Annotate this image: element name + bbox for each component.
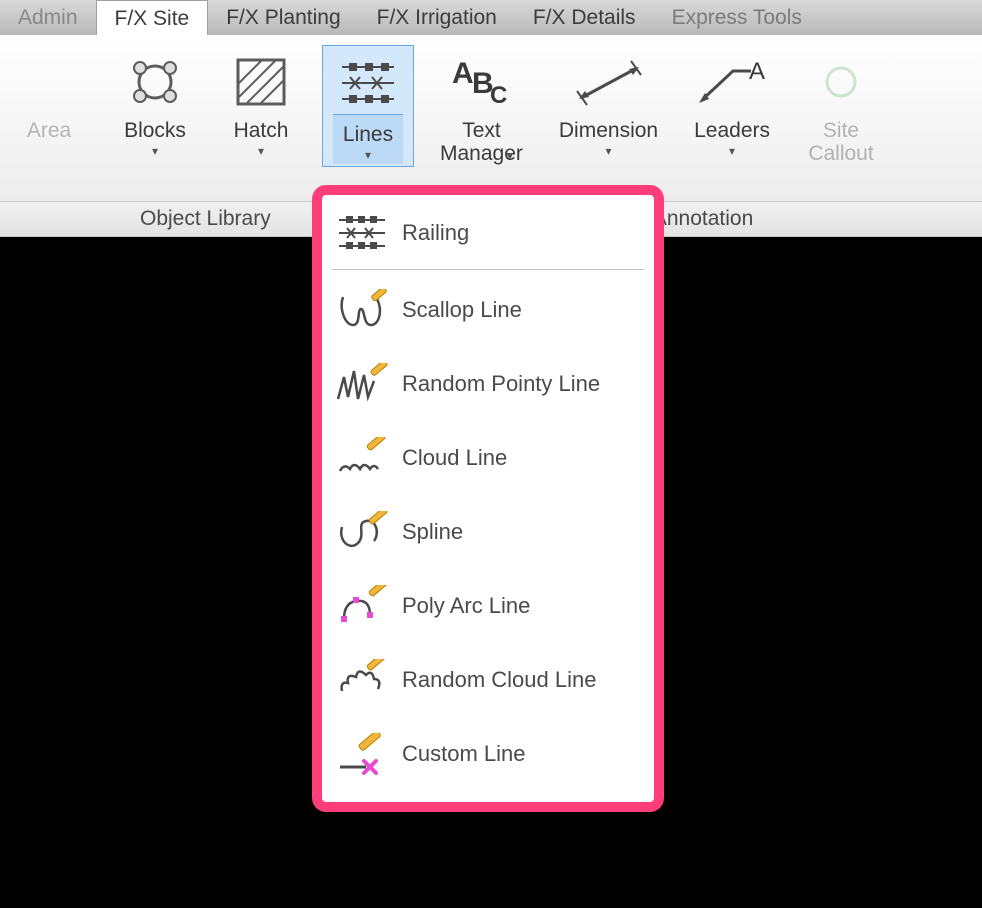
ribbon-blocks[interactable]: Blocks ▾ [110, 45, 200, 160]
dropdown-arrow-icon: ▾ [365, 148, 371, 162]
dropdown-arrow-icon: ▾ [258, 144, 264, 158]
ribbon-site-callout[interactable]: Site Callout [796, 45, 886, 167]
poly-arc-line-icon [336, 584, 388, 628]
dimension-icon [574, 51, 644, 113]
dropdown-item-label: Random Cloud Line [402, 667, 596, 693]
tab-fx-planting[interactable]: F/X Planting [208, 0, 358, 35]
dropdown-item-label: Random Pointy Line [402, 371, 600, 397]
spline-icon [336, 510, 388, 554]
random-cloud-line-icon [336, 658, 388, 702]
lines-dropdown: Railing Scallop Line Random Pointy Line [312, 185, 664, 812]
railing-icon [336, 211, 388, 255]
ribbon-hatch[interactable]: Hatch ▾ [216, 45, 306, 160]
dropdown-item-random-cloud-line[interactable]: Random Cloud Line [330, 650, 646, 710]
dropdown-arrow-icon: ▾ [729, 144, 735, 158]
ribbon-lines-label: Lines [343, 123, 393, 146]
dropdown-arrow-icon: ▾ [152, 144, 158, 158]
ribbon-area-label: Area [27, 119, 71, 142]
custom-line-icon [336, 732, 388, 776]
tab-fx-irrigation[interactable]: F/X Irrigation [359, 0, 515, 35]
dropdown-item-custom-line[interactable]: Custom Line [330, 724, 646, 784]
dropdown-item-label: Railing [402, 220, 469, 246]
ribbon-leaders-label: Leaders [694, 119, 770, 142]
dropdown-arrow-icon: ▾ [507, 149, 513, 163]
svg-text:A: A [452, 57, 474, 90]
dropdown-item-label: Scallop Line [402, 297, 522, 323]
dropdown-item-label: Custom Line [402, 741, 526, 767]
dropdown-item-label: Spline [402, 519, 463, 545]
text-manager-icon: A B C [446, 51, 516, 113]
site-callout-icon [806, 51, 876, 113]
area-icon [14, 51, 84, 113]
ribbon-lines[interactable]: Lines ▾ [322, 45, 414, 167]
svg-text:C: C [490, 82, 507, 109]
dropdown-item-poly-arc-line[interactable]: Poly Arc Line [330, 576, 646, 636]
cloud-line-icon [336, 436, 388, 480]
dropdown-arrow-icon: ▾ [605, 144, 611, 158]
leaders-icon: A [697, 51, 767, 113]
panel-object-library-label: Object Library [140, 207, 271, 231]
svg-text:A: A [749, 58, 765, 85]
scallop-line-icon [336, 288, 388, 332]
blocks-icon [120, 51, 190, 113]
ribbon-leaders[interactable]: A Leaders ▾ [684, 45, 780, 160]
ribbon-blocks-label: Blocks [124, 119, 186, 142]
hatch-icon [226, 51, 296, 113]
ribbon-hatch-label: Hatch [234, 119, 289, 142]
tab-admin[interactable]: Admin [14, 0, 96, 35]
ribbon-dimension-label: Dimension [559, 119, 658, 142]
tab-fx-site[interactable]: F/X Site [96, 0, 209, 35]
dropdown-item-label: Poly Arc Line [402, 593, 530, 619]
random-pointy-line-icon [336, 362, 388, 406]
lines-icon [333, 52, 403, 114]
ribbon-dimension[interactable]: Dimension ▾ [549, 45, 668, 160]
dropdown-item-spline[interactable]: Spline [330, 502, 646, 562]
dropdown-item-cloud-line[interactable]: Cloud Line [330, 428, 646, 488]
ribbon-text-manager[interactable]: A B C Text Manager ▾ [430, 45, 533, 167]
ribbon-site-callout-label: Site Callout [808, 119, 873, 165]
ribbon-area[interactable]: Area [4, 45, 94, 144]
dropdown-item-random-pointy-line[interactable]: Random Pointy Line [330, 354, 646, 414]
dropdown-separator [332, 269, 644, 270]
ribbon-tabbar: Admin F/X Site F/X Planting F/X Irrigati… [0, 0, 982, 35]
ribbon: Area Blocks ▾ H [0, 35, 982, 201]
tab-fx-details[interactable]: F/X Details [515, 0, 654, 35]
dropdown-item-label: Cloud Line [402, 445, 507, 471]
dropdown-item-railing[interactable]: Railing [330, 203, 646, 263]
tab-express-tools[interactable]: Express Tools [654, 0, 820, 35]
dropdown-item-scallop-line[interactable]: Scallop Line [330, 280, 646, 340]
